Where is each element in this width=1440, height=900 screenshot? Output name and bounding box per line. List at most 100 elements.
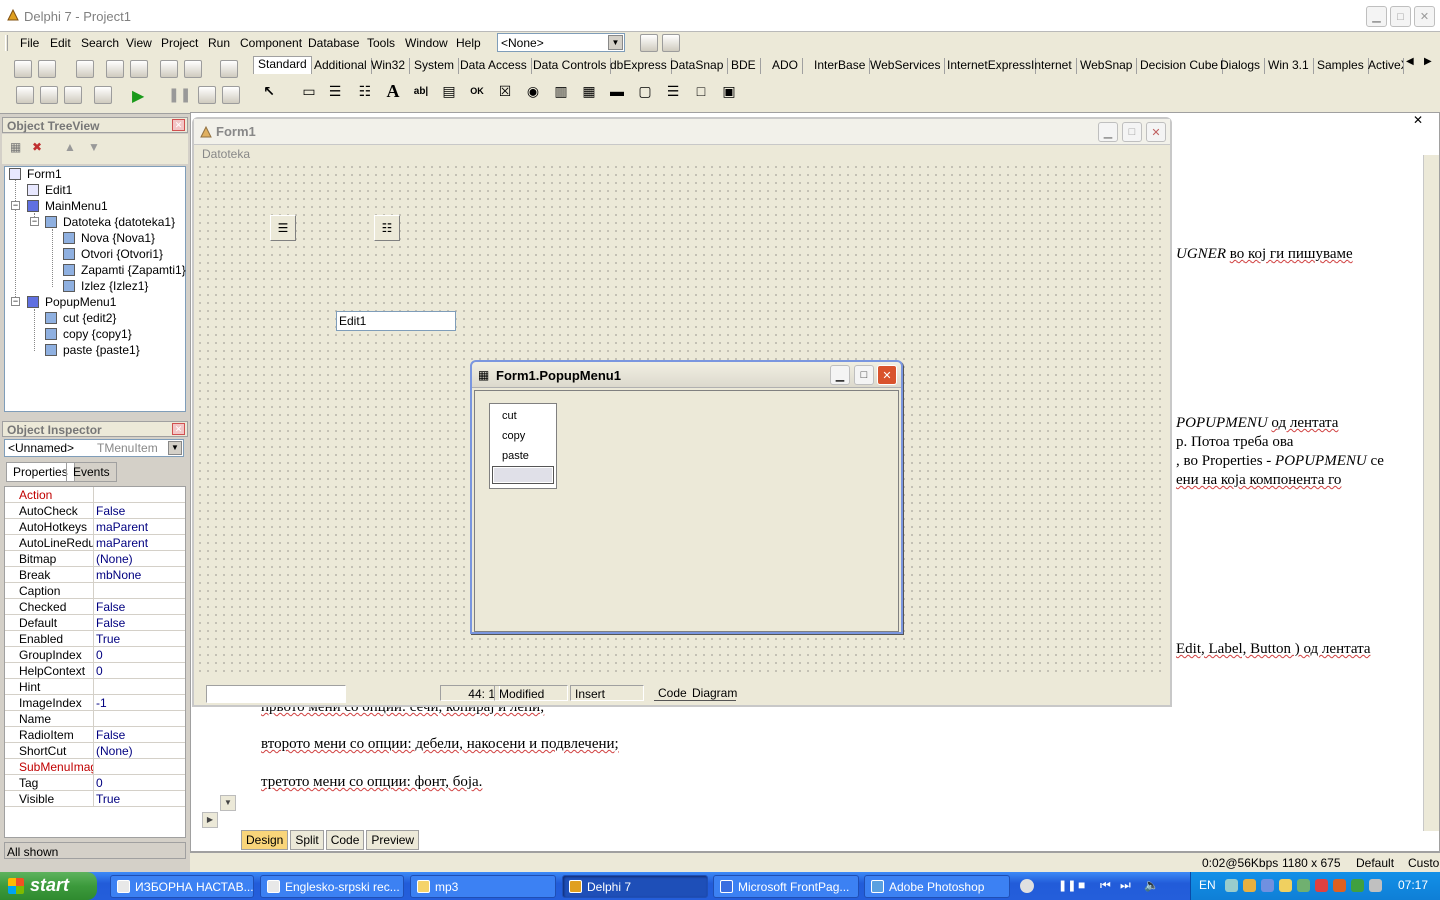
property-value[interactable]: maParent [93,535,185,550]
pointer-icon[interactable]: ↖ [258,80,280,102]
property-value[interactable]: False [93,727,185,742]
property-value[interactable]: maParent [93,519,185,534]
close-button[interactable]: ✕ [1414,6,1435,27]
scrollbar-icon[interactable]: ▬ [606,80,628,102]
tree-node[interactable]: Nova {Nova1} [63,231,155,245]
chevron-down-icon[interactable]: ▼ [608,35,623,50]
property-row[interactable]: Break mbNone [5,567,185,583]
save-all-icon[interactable] [106,60,124,78]
close-icon[interactable]: ✕ [1413,113,1427,127]
inspector-object-combo[interactable]: <Unnamed> TMenuItem ▼ [4,439,184,457]
step-over-icon[interactable] [222,86,240,104]
listbox-icon[interactable]: ▥ [550,80,572,102]
property-value[interactable] [93,487,185,502]
tree-node[interactable]: paste {paste1} [45,343,140,357]
close-button[interactable]: ✕ [1146,122,1166,142]
tree-node[interactable]: Izlez {Izlez1} [63,279,148,293]
trace-into-icon[interactable] [198,86,216,104]
open-icon[interactable] [38,60,56,78]
move-down-icon[interactable]: ▼ [88,140,100,154]
language-indicator[interactable]: EN [1199,878,1216,892]
property-value[interactable]: (None) [93,743,185,758]
property-value[interactable] [93,583,185,598]
minimize-button[interactable]: ▁ [830,365,850,385]
button-icon[interactable]: OK [466,80,488,102]
palette-tab-standard[interactable]: Standard [253,56,312,74]
new-items-icon[interactable] [14,60,32,78]
tree-expand-toggle[interactable]: − [30,217,39,226]
popup-item-new-placeholder[interactable] [492,466,554,484]
tree-expand-toggle[interactable]: − [11,201,20,210]
memo-icon[interactable]: ▤ [438,80,460,102]
menu-component[interactable]: Component [240,36,302,50]
palette-tab-bde[interactable]: BDE [727,58,761,74]
radiogroup-icon[interactable]: ☰ [662,80,684,102]
menu-project[interactable]: Project [161,36,198,50]
close-icon[interactable]: ✕ [172,423,185,435]
palette-tab-dbexpress[interactable]: dbExpress [606,58,672,74]
property-value[interactable]: -1 [93,695,185,710]
menu-tools[interactable]: Tools [367,36,395,50]
property-value[interactable]: 0 [93,663,185,678]
tray-icon[interactable] [1351,879,1364,892]
property-row[interactable]: Caption [5,583,185,599]
run-icon[interactable]: ▶ [132,86,144,106]
tab-code-view[interactable]: Code [654,685,688,701]
save-icon[interactable] [76,60,94,78]
property-value[interactable]: (None) [93,551,185,566]
property-row[interactable]: AutoCheck False [5,503,185,519]
property-value[interactable] [93,711,185,726]
tab-diagram[interactable]: Diagram [688,685,737,701]
popup-item-cut[interactable]: cut [502,410,517,422]
palette-scroll-left-icon[interactable]: ◀ [1406,56,1414,67]
popupmenu-icon[interactable]: ☷ [354,80,376,102]
property-row[interactable]: RadioItem False [5,727,185,743]
tree-node[interactable]: MainMenu1 [27,199,108,213]
tray-icon[interactable] [1369,879,1382,892]
popupmenu-component[interactable]: ☷ [374,215,400,241]
property-value[interactable]: 0 [93,775,185,790]
palette-tab-websnap[interactable]: WebSnap [1076,58,1138,74]
tray-icon[interactable] [1315,879,1328,892]
tray-icon[interactable] [1261,879,1274,892]
tab-design[interactable]: Design [241,830,289,850]
view-unit-icon[interactable] [16,86,34,104]
pause-icon[interactable]: ❚❚ [1058,879,1076,892]
palette-tab-interbase[interactable]: InterBase [810,58,871,74]
menu-edit[interactable]: Edit [50,36,71,50]
tree-node[interactable]: Datoteka {datoteka1} [45,215,175,229]
tree-expand-toggle[interactable]: − [11,297,20,306]
palette-tab-win31[interactable]: Win 3.1 [1264,58,1314,74]
mainmenu-component[interactable]: ☰ [270,215,296,241]
tree-node[interactable]: Edit1 [27,183,72,197]
property-row[interactable]: AutoHotkeys maParent [5,519,185,535]
palette-tab-activex[interactable]: ActiveX [1364,58,1404,74]
close-icon[interactable]: ✕ [172,119,185,131]
groupbox-icon[interactable]: ▢ [634,80,656,102]
popupmenu-editor-window[interactable]: ▦ Form1.PopupMenu1 ▁ □ ✕ cut copy paste [470,360,903,634]
set-debug-desktop-icon[interactable] [662,34,680,52]
menu-view[interactable]: View [126,36,152,50]
property-row[interactable]: ShortCut (None) [5,743,185,759]
property-row[interactable]: Name [5,711,185,727]
palette-scroll-right-icon[interactable]: ▶ [1424,56,1432,67]
property-value[interactable]: 0 [93,647,185,662]
toggle-form-unit-icon[interactable] [64,86,82,104]
property-value[interactable]: True [93,631,185,646]
property-row[interactable]: Hint [5,679,185,695]
previous-icon[interactable]: ⏮ [1100,878,1111,893]
palette-tab-dialogs[interactable]: Dialogs [1216,58,1266,74]
property-row[interactable]: ImageIndex -1 [5,695,185,711]
edit-icon[interactable]: ab| [410,80,432,102]
maximize-button[interactable]: □ [854,365,874,385]
palette-tab-system[interactable]: System [410,58,460,74]
palette-tab-internetexpress[interactable]: InternetExpress [943,58,1037,74]
media-player-icon[interactable] [1020,879,1034,893]
form1-menu-caption[interactable]: Datoteka [196,145,1170,163]
palette-tab-additional[interactable]: Additional [310,58,372,74]
label-icon[interactable]: A [382,80,404,102]
tray-icon[interactable] [1243,879,1256,892]
add-file-icon[interactable] [160,60,178,78]
palette-tab-internet[interactable]: Internet [1027,58,1077,74]
palette-tab-decision-cube[interactable]: Decision Cube [1136,58,1224,74]
